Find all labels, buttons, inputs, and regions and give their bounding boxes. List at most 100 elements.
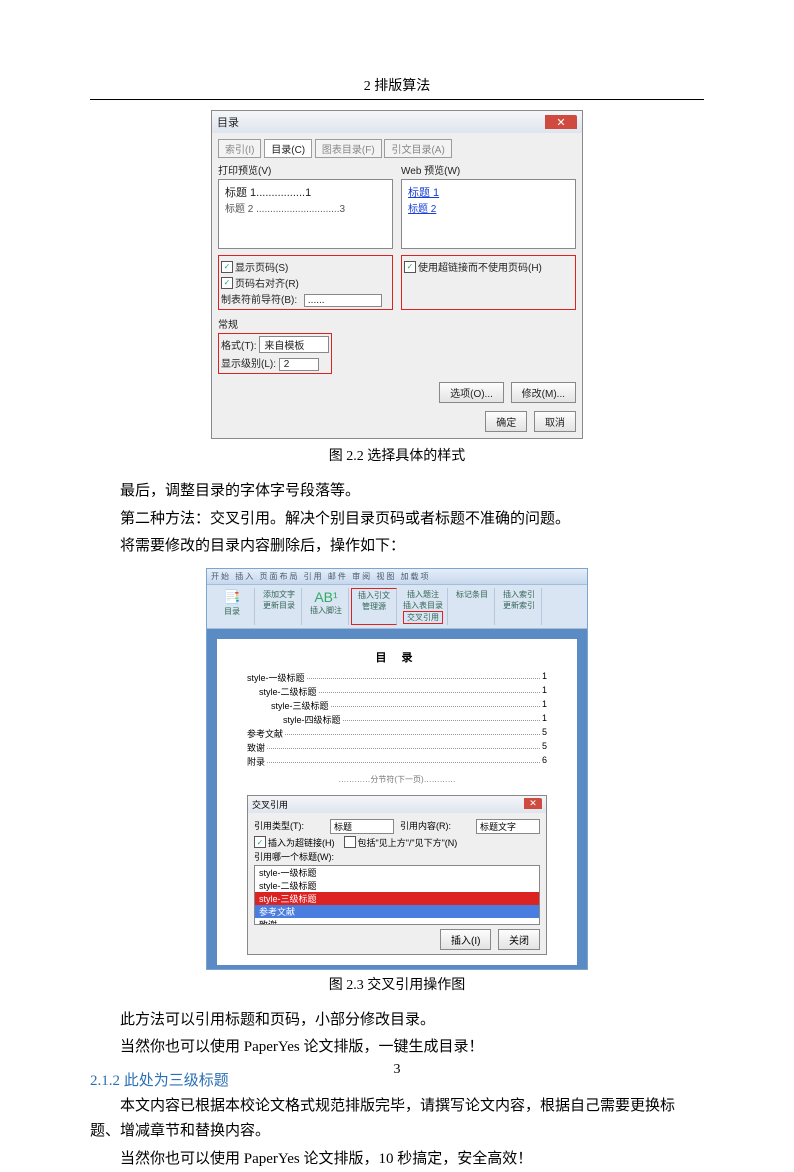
body-paragraph: 最后，调整目录的字体字号段落等。 (90, 479, 704, 505)
leader-label: 制表符前导符(B): (221, 295, 297, 306)
document-preview: 目 录 style-一级标题1style-二级标题1style-三级标题1sty… (217, 639, 577, 965)
chk-show-page-label: 显示页码(S) (235, 259, 288, 274)
toc-entry: 致谢5 (247, 741, 547, 754)
toc-entry: style-一级标题1 (247, 671, 547, 684)
xref-type-label: 引用类型(T): (254, 819, 324, 834)
cross-reference-dialog: 交叉引用 ✕ 引用类型(T): 标题 引用内容(R): 标题文字 ✓ 插入为超链… (247, 795, 547, 955)
footnote-icon: AB¹ (308, 589, 344, 605)
insert-button[interactable]: 插入(I) (440, 929, 491, 950)
xref-dialog-title: 交叉引用 (252, 798, 288, 811)
use-hyperlinks-checkbox[interactable]: ✓ 使用超链接而不使用页码(H) (404, 259, 573, 274)
tab-toc[interactable]: 目录(C) (264, 139, 312, 158)
ribbon-group-mark[interactable]: 标记条目 (450, 588, 495, 625)
xref-link-label: 插入为超链接(H) (268, 836, 335, 849)
ribbon-label: 管理源 (356, 601, 392, 612)
checkmark-icon: ✓ (221, 261, 233, 273)
body-paragraph: 此方法可以引用标题和页码，小部分修改目录。 (90, 1008, 704, 1034)
xref-hyperlink-checkbox[interactable]: ✓ 插入为超链接(H) 包括"见上方"/"见下方"(N) (254, 836, 540, 849)
toc-entry: 参考文献5 (247, 727, 547, 740)
body-paragraph: 将需要修改的目录内容删除后，操作如下： (90, 534, 704, 560)
close-icon[interactable]: ✕ (545, 115, 577, 129)
xref-which-heading-label: 引用哪一个标题(W): (254, 850, 540, 863)
ribbon-cross-reference[interactable]: 交叉引用 (403, 611, 443, 624)
chk-use-link-label: 使用超链接而不使用页码(H) (418, 259, 542, 274)
section-break-indicator: …………分节符(下一页)………… (247, 774, 547, 785)
body-paragraph: 本文内容已根据本校论文格式规范排版完毕，请撰写论文内容，根据自己需要更换标题、增… (90, 1094, 704, 1145)
list-item[interactable]: 致谢 (255, 918, 539, 925)
options-button[interactable]: 选项(O)... (439, 382, 504, 403)
xref-content-select[interactable]: 标题文字 (476, 819, 540, 834)
show-page-numbers-checkbox[interactable]: ✓ 显示页码(S) (221, 259, 390, 274)
ribbon-label: 标记条目 (454, 589, 490, 600)
ribbon-group-toc[interactable]: 📑 目录 (210, 588, 255, 625)
page-number: 3 (0, 1062, 794, 1078)
checkmark-icon: ✓ (221, 277, 233, 289)
figure-caption-2-3: 图 2.3 交叉引用操作图 (90, 974, 704, 994)
dialog-title: 目录 (217, 114, 239, 130)
general-group-label: 常规 (218, 316, 576, 331)
format-select[interactable]: 来自模板 (259, 336, 329, 353)
ribbon-label: 插入表目录 (403, 600, 443, 611)
show-levels-spinner[interactable]: 2 (279, 358, 319, 371)
right-align-page-numbers-checkbox[interactable]: ✓ 页码右对齐(R) (221, 275, 390, 290)
cancel-button[interactable]: 取消 (534, 411, 576, 432)
xref-heading-listbox[interactable]: style-一级标题style-二级标题style-三级标题参考文献致谢附录 (254, 865, 540, 925)
tab-leader-select[interactable]: ...... (304, 294, 382, 307)
body-paragraph: 当然你也可以使用 PaperYes 论文排版，10 秒搞定，安全高效！ (90, 1147, 704, 1172)
chk-align-right-label: 页码右对齐(R) (235, 275, 299, 290)
ribbon-label: 插入题注 (403, 589, 443, 600)
preview-h1: 标题 1................1 (225, 184, 386, 200)
preview-h2: 标题 2 ..............................3 (225, 200, 386, 215)
xref-include-label: 包括"见上方"/"见下方"(N) (358, 836, 458, 849)
ribbon-label: 更新目录 (261, 600, 297, 611)
web-preview-label: Web 预览(W) (401, 162, 576, 177)
ribbon-tabs: 开始 插入 页面布局 引用 邮件 审阅 视图 加载项 (207, 569, 587, 585)
ribbon: 📑 目录 添加文字 更新目录 AB¹ 插入脚注 插入引文 管理源 插入题注 插入… (207, 585, 587, 629)
tab-index[interactable]: 索引(I) (218, 139, 261, 158)
list-item[interactable]: style-一级标题 (255, 866, 539, 879)
format-label: 格式(T): (221, 341, 257, 352)
body-paragraph: 第二种方法：交叉引用。解决个别目录页码或者标题不准确的问题。 (90, 507, 704, 533)
checkbox-icon (344, 836, 356, 848)
ribbon-label: 更新索引 (501, 600, 537, 611)
xref-type-select[interactable]: 标题 (330, 819, 394, 834)
web-preview-h1: 标题 1 (408, 184, 569, 200)
print-preview-box: 标题 1................1 标题 2 .............… (218, 179, 393, 249)
tab-figures[interactable]: 图表目录(F) (315, 139, 382, 158)
book-icon: 📑 (214, 589, 250, 606)
close-icon[interactable]: ✕ (524, 798, 542, 809)
show-levels-label: 显示级别(L): (221, 359, 276, 370)
toc-options-dialog: 目录 ✕ 索引(I) 目录(C) 图表目录(F) 引文目录(A) 打印预览(V)… (211, 110, 583, 439)
ok-button[interactable]: 确定 (485, 411, 527, 432)
web-preview-box: 标题 1 标题 2 (401, 179, 576, 249)
modify-button[interactable]: 修改(M)... (511, 382, 576, 403)
list-item[interactable]: 参考文献 (255, 905, 539, 918)
toc-title: 目 录 (247, 649, 547, 665)
print-preview-label: 打印预览(V) (218, 162, 393, 177)
toc-entry: style-四级标题1 (247, 713, 547, 726)
ribbon-label: 添加文字 (261, 589, 297, 600)
list-item[interactable]: style-二级标题 (255, 879, 539, 892)
ribbon-label: 插入引文 (356, 590, 392, 601)
ribbon-group-caption[interactable]: 插入题注 插入表目录 交叉引用 (399, 588, 448, 625)
tab-citation[interactable]: 引文目录(A) (384, 139, 451, 158)
close-button[interactable]: 关闭 (498, 929, 540, 950)
ribbon-label: 插入脚注 (308, 605, 344, 616)
body-paragraph: 当然你也可以使用 PaperYes 论文排版，一键生成目录！ (90, 1035, 704, 1061)
ribbon-label: 目录 (214, 606, 250, 617)
page-header-title: 2 排版算法 (90, 75, 704, 95)
ribbon-group-citation[interactable]: 插入引文 管理源 (351, 588, 397, 625)
toc-entry: style-二级标题1 (247, 685, 547, 698)
ribbon-group-footnote[interactable]: AB¹ 插入脚注 (304, 588, 349, 625)
toc-entry: style-三级标题1 (247, 699, 547, 712)
toc-entry: 附录6 (247, 755, 547, 768)
list-item[interactable]: style-三级标题 (255, 892, 539, 905)
ribbon-group-add-text[interactable]: 添加文字 更新目录 (257, 588, 302, 625)
ribbon-group-index[interactable]: 插入索引 更新索引 (497, 588, 542, 625)
header-rule (90, 99, 704, 100)
xref-content-label: 引用内容(R): (400, 819, 470, 834)
web-preview-h2: 标题 2 (408, 200, 569, 215)
cross-reference-figure: 开始 插入 页面布局 引用 邮件 审阅 视图 加载项 📑 目录 添加文字 更新目… (206, 568, 588, 970)
checkmark-icon: ✓ (254, 836, 266, 848)
ribbon-label: 插入索引 (501, 589, 537, 600)
